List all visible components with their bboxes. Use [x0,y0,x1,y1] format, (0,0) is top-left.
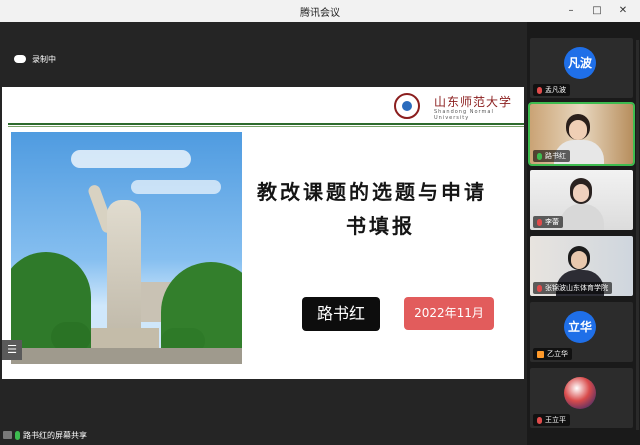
participant-name-tag: 路书红 [533,150,570,162]
participant-name-tag: 李蕾 [533,216,563,228]
avatar-image [564,377,596,409]
participant-tile[interactable]: 路书红 [528,102,635,166]
cloud-record-icon [14,55,26,63]
participant-name: 路书红 [545,152,566,160]
slide-title-line2: 书填报 [346,214,415,238]
recording-indicator[interactable]: 录制中 [14,52,56,66]
screen-share-bar[interactable]: 路书红的屏幕共享 [0,427,87,443]
participant-name-tag: 乙立华 [533,348,572,360]
participant-name-tag: 王立平 [533,414,570,426]
window-titlebar: 腾讯会议 – □ ✕ [0,0,640,23]
microphone-icon [15,430,20,440]
slide-divider [8,123,524,125]
minimize-button[interactable]: – [558,0,584,22]
statue-photo [11,132,242,364]
window-controls: – □ ✕ [558,0,636,22]
participant-name: 孟凡波 [545,86,566,94]
maximize-button[interactable]: □ [584,0,610,22]
close-button[interactable]: ✕ [610,0,636,22]
recording-label: 录制中 [32,54,56,64]
mic-active-icon [537,152,542,160]
person-face [569,120,587,140]
participant-rail: 凡波 孟凡波 路书红 李蕾 张锦波山东体育学院 立华 乙立华 王立平 [527,22,640,445]
participant-scrollbar[interactable] [636,40,639,430]
mic-muted-icon [537,416,542,424]
university-name-en: Shandong Normal University [434,109,494,121]
window-title: 腾讯会议 [300,8,340,19]
participant-name: 王立平 [545,416,566,424]
photo-cloud [71,150,191,168]
photo-cloud [131,180,221,194]
collapse-panel-button[interactable]: ☰ [2,340,22,360]
presentation-slide: 山东师范大学 Shandong Normal University 教改课题的选… [2,87,524,379]
participant-tile[interactable]: 李蕾 [530,170,633,230]
slide-title-line1: 教改课题的选题与申请 [257,180,487,204]
participant-name-tag: 张锦波山东体育学院 [533,282,612,294]
statue-plinth [91,328,159,350]
participant-name: 张锦波山东体育学院 [545,284,608,292]
mic-muted-icon [537,218,542,226]
avatar: 凡波 [564,47,596,79]
date-badge: 2022年11月 [404,297,494,330]
participant-name: 李蕾 [545,218,559,226]
user-status-icon [537,350,544,358]
participant-tile[interactable]: 张锦波山东体育学院 [530,236,633,296]
university-logo-icon [394,93,420,119]
presenter-name-badge: 路书红 [302,297,380,331]
university-name: 山东师范大学 [434,95,513,109]
mic-muted-icon [537,284,542,292]
participant-tile[interactable]: 凡波 孟凡波 [530,38,633,98]
slide-divider-thin [8,126,524,127]
person-face [573,184,589,202]
participant-tile[interactable]: 王立平 [530,368,633,428]
screen-share-icon [3,431,12,439]
person-face [571,251,587,269]
photo-ground [11,348,242,364]
participant-name-tag: 孟凡波 [533,84,570,96]
participant-tile[interactable]: 立华 乙立华 [530,302,633,362]
participant-name: 乙立华 [547,350,568,358]
mic-muted-icon [537,86,542,94]
screen-share-label: 路书红的屏幕共享 [23,430,87,440]
avatar: 立华 [564,311,596,343]
